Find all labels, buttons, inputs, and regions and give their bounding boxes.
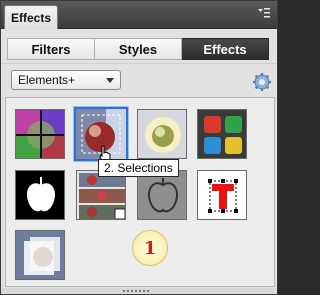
panel-title-bar: Effects [1, 1, 277, 29]
tabs-area: Filters Styles Effects [1, 29, 277, 63]
tab-filters[interactable]: Filters [7, 38, 95, 60]
grip-dots-icon [123, 290, 149, 292]
segmented-tabs: Filters Styles Effects [7, 38, 269, 60]
selection-tooltip: 2. Selections [98, 159, 179, 177]
glow-apple-icon [138, 110, 186, 158]
color-squares-icon [198, 110, 246, 158]
effects-toolbar: Elements+ [1, 63, 277, 95]
chevron-down-icon [106, 78, 114, 83]
effect-thumbnail-6[interactable] [76, 170, 126, 220]
effect-thumbnail-7[interactable] [137, 170, 187, 220]
tab-styles[interactable]: Styles [95, 38, 182, 60]
gear-icon[interactable] [252, 72, 272, 92]
category-dropdown-value: Elements+ [18, 73, 76, 87]
effect-thumbnail-3[interactable] [137, 109, 187, 159]
panel-menu-icon[interactable] [257, 6, 271, 20]
tab-effects[interactable]: Effects [182, 38, 269, 60]
panel-title-tab[interactable]: Effects [4, 5, 58, 29]
effect-thumbnail-1[interactable] [15, 109, 65, 159]
effect-thumbnail-8[interactable] [197, 170, 247, 220]
category-dropdown[interactable]: Elements+ [11, 70, 121, 90]
effect-thumbnail-5[interactable] [15, 170, 65, 220]
text-transform-icon [198, 171, 246, 219]
effect-thumbnail-9[interactable] [15, 230, 65, 280]
apple-silhouette-icon [16, 171, 64, 219]
resize-grip[interactable] [1, 288, 277, 294]
frosted-apple-icon [16, 231, 64, 279]
photo-strip-icon [77, 171, 125, 219]
apple-outline-icon [138, 171, 186, 219]
color-quadrant-icon [16, 110, 64, 158]
effect-thumbnail-4[interactable] [197, 109, 247, 159]
step-number-badge: 1 [132, 230, 168, 266]
effects-panel: Effects Filters Styles Effects Elements+ [0, 0, 278, 295]
